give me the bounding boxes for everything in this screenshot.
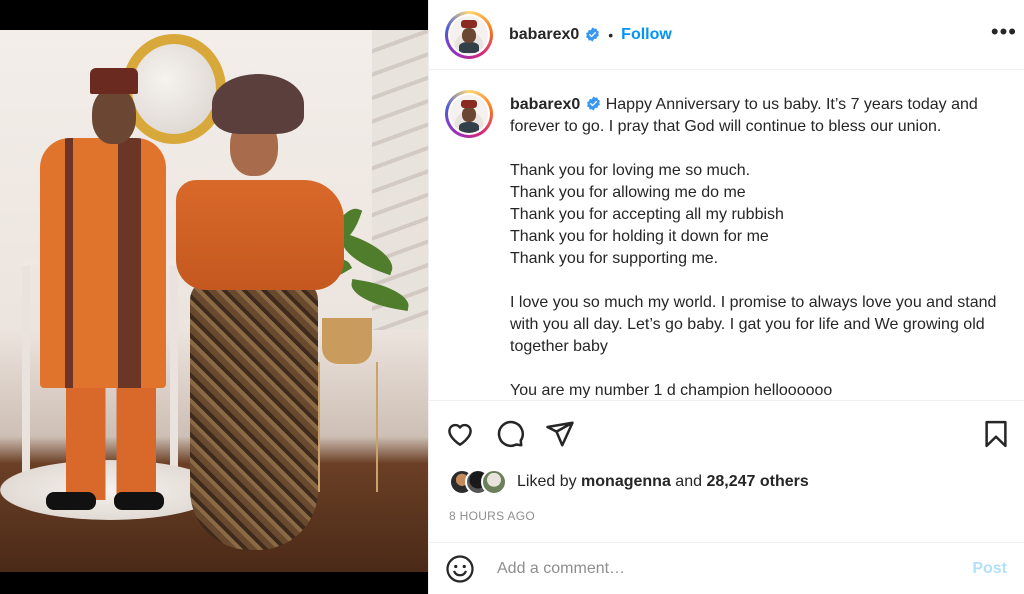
photo-plant-pot <box>322 318 372 364</box>
photo-man-shoe <box>114 492 164 510</box>
like-heart-icon[interactable] <box>445 419 475 449</box>
photo-console-leg <box>22 266 30 486</box>
liker-avatar[interactable] <box>481 469 507 495</box>
liked-by-text: Liked by monagenna and 28,247 others <box>517 473 809 491</box>
caption-paragraph: I love you so much my world. I promise t… <box>510 294 997 355</box>
comment-bar: Post <box>429 542 1024 594</box>
verified-badge-icon <box>586 27 600 42</box>
caption-area: babarex0 Happy Anniversary to us baby. I… <box>445 90 1015 398</box>
caption-avatar[interactable] <box>445 90 493 138</box>
photo-woman-top <box>176 180 344 290</box>
caption-username[interactable]: babarex0 <box>510 96 580 113</box>
photo-woman-skirt <box>190 280 318 550</box>
author-username[interactable]: babarex0 <box>509 26 579 44</box>
action-bar <box>445 419 1011 449</box>
caption-text: babarex0 Happy Anniversary to us baby. I… <box>510 94 1010 398</box>
photo-woman-gele <box>212 74 304 134</box>
share-send-icon[interactable] <box>545 419 575 449</box>
photo-man-body <box>40 138 166 388</box>
author-avatar[interactable] <box>445 10 493 59</box>
comment-input[interactable] <box>497 559 973 578</box>
follow-button[interactable]: Follow <box>621 26 672 44</box>
header-separator: • <box>608 26 614 43</box>
liker-username[interactable]: monagenna <box>581 473 671 490</box>
verified-badge-icon <box>587 96 601 111</box>
post-photo[interactable] <box>0 30 428 572</box>
emoji-icon[interactable] <box>445 554 475 584</box>
post-actions-section: Liked by monagenna and 28,247 others 8 H… <box>429 400 1024 542</box>
photo-man-head <box>92 88 136 144</box>
post-timestamp[interactable]: 8 HOURS AGO <box>449 509 535 523</box>
more-options-icon[interactable]: ••• <box>991 21 1017 43</box>
post-panel: babarex0 • Follow ••• babarex0 Happy Ann… <box>428 0 1024 594</box>
photo-man-shoe <box>46 492 96 510</box>
photo-man-legs <box>66 380 156 500</box>
caption-paragraph: You are my number 1 d champion hellooooo… <box>510 382 833 398</box>
photo-man-cap <box>90 68 138 94</box>
liked-by-row: Liked by monagenna and 28,247 others <box>449 469 809 495</box>
post-media[interactable] <box>0 0 428 594</box>
comment-icon[interactable] <box>495 419 525 449</box>
likes-count[interactable]: 28,247 others <box>706 473 808 490</box>
post-header: babarex0 • Follow ••• <box>429 0 1024 70</box>
caption-paragraph: Thank you for loving me so much. Thank y… <box>510 162 784 267</box>
post-comment-button[interactable]: Post <box>972 560 1007 578</box>
caption-paragraph: babarex0 Happy Anniversary to us baby. I… <box>510 94 1010 138</box>
photo-plant-stand <box>318 362 378 492</box>
bookmark-save-icon[interactable] <box>981 419 1011 449</box>
photo-console-leg <box>170 266 178 486</box>
liked-by-conjunction: and <box>675 473 702 490</box>
liked-by-prefix: Liked by <box>517 473 577 490</box>
